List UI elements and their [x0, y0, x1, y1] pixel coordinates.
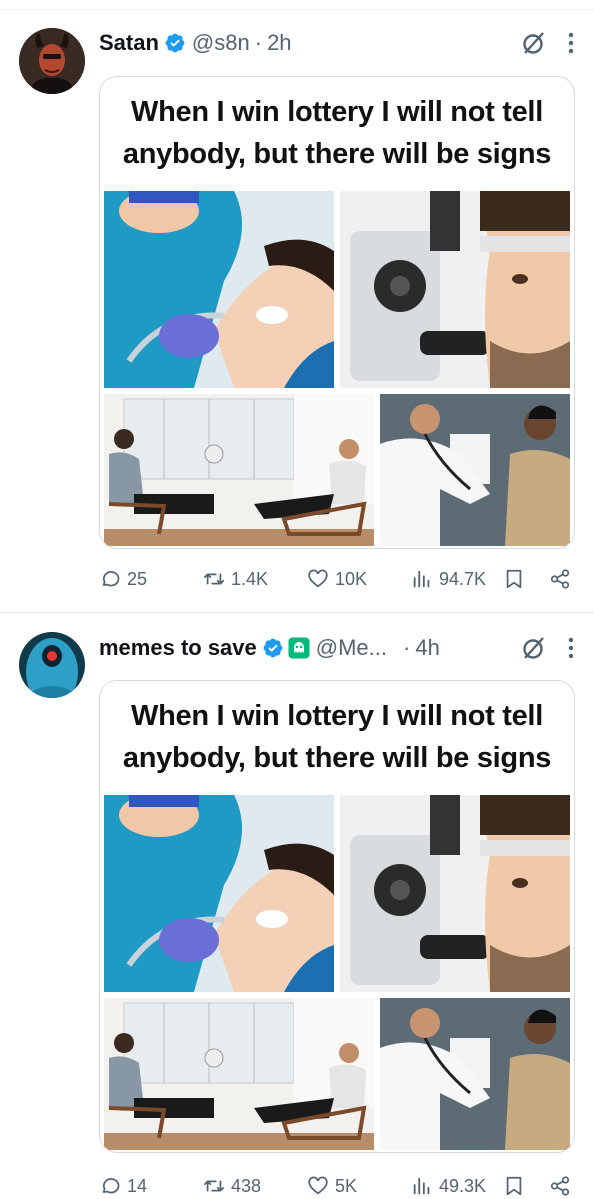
eye-exam-photo — [340, 795, 570, 992]
views-button[interactable]: 94.7K — [411, 563, 486, 595]
meme-image[interactable]: When I win lottery I will not tell anybo… — [99, 76, 575, 549]
reply-icon — [102, 1178, 120, 1194]
views-count: 49.3K — [439, 1175, 487, 1196]
verified-badge-icon[interactable] — [262, 637, 284, 659]
tweet-header: memes to save @Me... · 4h — [99, 633, 574, 663]
meme-caption: When I win lottery I will not tell anybo… — [122, 96, 552, 170]
bookmark-icon — [506, 1176, 522, 1196]
therapy-session-photo — [104, 394, 374, 546]
avatar[interactable] — [19, 632, 85, 698]
repost-button[interactable]: 1.4K — [203, 563, 268, 595]
eye-exam-photo — [340, 191, 570, 388]
share-icon — [550, 569, 570, 589]
dentist-photo — [104, 191, 334, 388]
repost-count: 438 — [231, 1175, 262, 1196]
repost-button[interactable]: 438 — [203, 1170, 261, 1199]
separator-dot: · — [254, 30, 263, 55]
repost-count: 1.4K — [231, 568, 269, 589]
reply-count: 25 — [127, 568, 148, 589]
share-icon — [550, 1176, 570, 1196]
tweet-1[interactable]: Satan @s8n · 2h When I win lottery I wil… — [0, 0, 594, 612]
bookmark-button[interactable] — [503, 1170, 525, 1199]
ghost-affiliate-badge-icon[interactable] — [288, 637, 310, 659]
tweet-actions: 14 438 5K 49.3K — [99, 1170, 577, 1199]
doctor-checkup-photo — [380, 998, 570, 1150]
like-icon — [308, 569, 328, 588]
reply-button[interactable]: 14 — [99, 1170, 147, 1199]
tweet-actions: 25 1.4K 10K 94.7K — [99, 563, 577, 595]
like-count: 5K — [335, 1175, 358, 1196]
bookmark-button[interactable] — [503, 563, 525, 595]
doctor-checkup-photo — [380, 394, 570, 546]
meme-image[interactable]: When I win lottery I will not tell anybo… — [99, 680, 575, 1153]
like-count: 10K — [335, 568, 368, 589]
bookmark-icon — [506, 569, 522, 589]
grok-icon[interactable] — [520, 30, 546, 56]
like-button[interactable]: 5K — [307, 1170, 357, 1199]
meme-caption: When I win lottery I will not tell anybo… — [122, 700, 552, 774]
grok-icon[interactable] — [520, 635, 546, 661]
timestamp[interactable]: 4h — [415, 635, 439, 661]
reply-count: 14 — [127, 1175, 148, 1196]
tweet-2[interactable]: memes to save @Me... · 4h When I win lot… — [0, 613, 594, 1199]
more-vertical-icon[interactable] — [568, 637, 574, 659]
views-icon — [413, 1177, 430, 1195]
avatar[interactable] — [19, 28, 85, 94]
like-icon — [308, 1176, 328, 1195]
more-vertical-icon[interactable] — [568, 32, 574, 54]
verified-badge-icon[interactable] — [164, 32, 186, 54]
separator-dot: · — [403, 635, 411, 660]
share-button[interactable] — [549, 563, 571, 595]
views-count: 94.7K — [439, 568, 487, 589]
dentist-photo — [104, 795, 334, 992]
views-icon — [413, 570, 430, 588]
timestamp[interactable]: 2h — [267, 30, 291, 56]
reply-icon — [102, 571, 120, 587]
repost-icon — [203, 573, 225, 585]
views-button[interactable]: 49.3K — [411, 1170, 486, 1199]
handle[interactable]: @Me... — [316, 635, 387, 661]
display-name[interactable]: memes to save — [99, 635, 257, 661]
like-button[interactable]: 10K — [307, 563, 367, 595]
repost-icon — [203, 1180, 225, 1192]
handle[interactable]: @s8n — [192, 30, 250, 56]
therapy-session-photo — [104, 998, 374, 1150]
tweet-header: Satan @s8n · 2h — [99, 28, 574, 58]
share-button[interactable] — [549, 1170, 571, 1199]
display-name[interactable]: Satan — [99, 30, 159, 56]
reply-button[interactable]: 25 — [99, 563, 147, 595]
